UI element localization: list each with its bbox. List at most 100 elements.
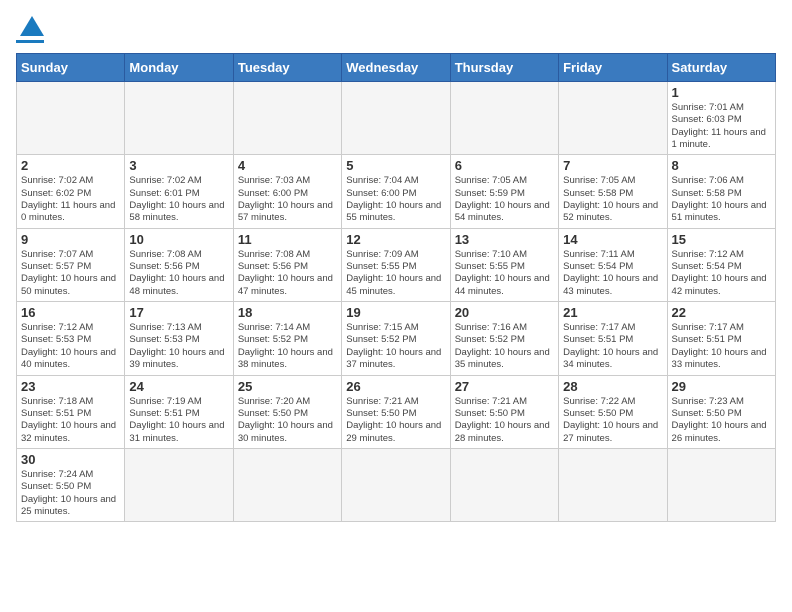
day-info: Sunrise: 7:21 AM Sunset: 5:50 PM Dayligh…	[455, 396, 554, 445]
calendar-cell: 11 Sunrise: 7:08 AM Sunset: 5:56 PM Dayli…	[233, 228, 341, 301]
day-number: 4	[238, 158, 337, 173]
day-number: 17	[129, 305, 228, 320]
calendar-cell: 28 Sunrise: 7:22 AM Sunset: 5:50 PM Dayli…	[559, 375, 667, 448]
day-number: 25	[238, 379, 337, 394]
day-info: Sunrise: 7:12 AM Sunset: 5:53 PM Dayligh…	[21, 322, 120, 371]
calendar-cell: 13 Sunrise: 7:10 AM Sunset: 5:55 PM Dayli…	[450, 228, 558, 301]
weekday-header-tuesday: Tuesday	[233, 54, 341, 82]
calendar-week-4: 16 Sunrise: 7:12 AM Sunset: 5:53 PM Dayli…	[17, 302, 776, 375]
day-info: Sunrise: 7:18 AM Sunset: 5:51 PM Dayligh…	[21, 396, 120, 445]
day-info: Sunrise: 7:08 AM Sunset: 5:56 PM Dayligh…	[238, 249, 337, 298]
day-info: Sunrise: 7:03 AM Sunset: 6:00 PM Dayligh…	[238, 175, 337, 224]
logo-underline	[16, 40, 44, 43]
calendar-cell: 15 Sunrise: 7:12 AM Sunset: 5:54 PM Dayli…	[667, 228, 775, 301]
weekday-header-row: SundayMondayTuesdayWednesdayThursdayFrid…	[17, 54, 776, 82]
day-number: 5	[346, 158, 445, 173]
calendar-cell: 26Sunrise: 7:21 AM Sunset: 5:50 PM Dayli…	[342, 375, 450, 448]
day-info: Sunrise: 7:12 AM Sunset: 5:54 PM Dayligh…	[672, 249, 771, 298]
header	[16, 16, 776, 43]
calendar-cell: 18 Sunrise: 7:14 AM Sunset: 5:52 PM Dayli…	[233, 302, 341, 375]
day-number: 11	[238, 232, 337, 247]
day-info: Sunrise: 7:02 AM Sunset: 6:01 PM Dayligh…	[129, 175, 228, 224]
calendar-cell: 5 Sunrise: 7:04 AM Sunset: 6:00 PM Daylig…	[342, 155, 450, 228]
calendar-cell: 23 Sunrise: 7:18 AM Sunset: 5:51 PM Dayli…	[17, 375, 125, 448]
day-number: 10	[129, 232, 228, 247]
calendar-cell	[342, 448, 450, 521]
calendar-cell	[233, 448, 341, 521]
day-number: 15	[672, 232, 771, 247]
calendar-cell: 20 Sunrise: 7:16 AM Sunset: 5:52 PM Dayli…	[450, 302, 558, 375]
weekday-header-wednesday: Wednesday	[342, 54, 450, 82]
day-number: 16	[21, 305, 120, 320]
calendar-week-5: 23 Sunrise: 7:18 AM Sunset: 5:51 PM Dayli…	[17, 375, 776, 448]
calendar-cell: 7 Sunrise: 7:05 AM Sunset: 5:58 PM Daylig…	[559, 155, 667, 228]
day-number: 26	[346, 379, 445, 394]
day-info: Sunrise: 7:08 AM Sunset: 5:56 PM Dayligh…	[129, 249, 228, 298]
weekday-header-friday: Friday	[559, 54, 667, 82]
day-number: 28	[563, 379, 662, 394]
calendar-week-6: 30Sunrise: 7:24 AM Sunset: 5:50 PM Dayli…	[17, 448, 776, 521]
day-info: Sunrise: 7:15 AM Sunset: 5:52 PM Dayligh…	[346, 322, 445, 371]
calendar-cell	[450, 448, 558, 521]
calendar: SundayMondayTuesdayWednesdayThursdayFrid…	[16, 53, 776, 522]
weekday-header-monday: Monday	[125, 54, 233, 82]
calendar-cell: 6 Sunrise: 7:05 AM Sunset: 5:59 PM Daylig…	[450, 155, 558, 228]
day-number: 6	[455, 158, 554, 173]
day-info: Sunrise: 7:05 AM Sunset: 5:58 PM Dayligh…	[563, 175, 662, 224]
day-number: 12	[346, 232, 445, 247]
calendar-cell	[559, 82, 667, 155]
calendar-cell: 24Sunrise: 7:19 AM Sunset: 5:51 PM Dayli…	[125, 375, 233, 448]
day-info: Sunrise: 7:09 AM Sunset: 5:55 PM Dayligh…	[346, 249, 445, 298]
calendar-cell: 19 Sunrise: 7:15 AM Sunset: 5:52 PM Dayli…	[342, 302, 450, 375]
calendar-cell: 29 Sunrise: 7:23 AM Sunset: 5:50 PM Dayli…	[667, 375, 775, 448]
day-number: 22	[672, 305, 771, 320]
calendar-cell: 22Sunrise: 7:17 AM Sunset: 5:51 PM Dayli…	[667, 302, 775, 375]
day-info: Sunrise: 7:13 AM Sunset: 5:53 PM Dayligh…	[129, 322, 228, 371]
day-number: 19	[346, 305, 445, 320]
day-info: Sunrise: 7:22 AM Sunset: 5:50 PM Dayligh…	[563, 396, 662, 445]
day-number: 23	[21, 379, 120, 394]
day-info: Sunrise: 7:16 AM Sunset: 5:52 PM Dayligh…	[455, 322, 554, 371]
calendar-week-2: 2 Sunrise: 7:02 AM Sunset: 6:02 PM Daylig…	[17, 155, 776, 228]
calendar-cell	[125, 448, 233, 521]
day-number: 9	[21, 232, 120, 247]
calendar-cell	[667, 448, 775, 521]
calendar-cell	[125, 82, 233, 155]
day-info: Sunrise: 7:24 AM Sunset: 5:50 PM Dayligh…	[21, 469, 120, 518]
page: SundayMondayTuesdayWednesdayThursdayFrid…	[0, 0, 792, 612]
day-info: Sunrise: 7:05 AM Sunset: 5:59 PM Dayligh…	[455, 175, 554, 224]
weekday-header-sunday: Sunday	[17, 54, 125, 82]
weekday-header-saturday: Saturday	[667, 54, 775, 82]
calendar-cell: 8 Sunrise: 7:06 AM Sunset: 5:58 PM Daylig…	[667, 155, 775, 228]
day-number: 8	[672, 158, 771, 173]
day-info: Sunrise: 7:06 AM Sunset: 5:58 PM Dayligh…	[672, 175, 771, 224]
day-number: 2	[21, 158, 120, 173]
calendar-cell: 14 Sunrise: 7:11 AM Sunset: 5:54 PM Dayli…	[559, 228, 667, 301]
calendar-cell: 1Sunrise: 7:01 AM Sunset: 6:03 PM Daylig…	[667, 82, 775, 155]
day-info: Sunrise: 7:07 AM Sunset: 5:57 PM Dayligh…	[21, 249, 120, 298]
day-info: Sunrise: 7:01 AM Sunset: 6:03 PM Dayligh…	[672, 102, 771, 151]
day-info: Sunrise: 7:04 AM Sunset: 6:00 PM Dayligh…	[346, 175, 445, 224]
day-info: Sunrise: 7:14 AM Sunset: 5:52 PM Dayligh…	[238, 322, 337, 371]
calendar-cell: 9 Sunrise: 7:07 AM Sunset: 5:57 PM Daylig…	[17, 228, 125, 301]
day-info: Sunrise: 7:11 AM Sunset: 5:54 PM Dayligh…	[563, 249, 662, 298]
calendar-cell: 4 Sunrise: 7:03 AM Sunset: 6:00 PM Daylig…	[233, 155, 341, 228]
day-info: Sunrise: 7:23 AM Sunset: 5:50 PM Dayligh…	[672, 396, 771, 445]
day-number: 14	[563, 232, 662, 247]
day-number: 18	[238, 305, 337, 320]
day-number: 13	[455, 232, 554, 247]
calendar-cell: 25Sunrise: 7:20 AM Sunset: 5:50 PM Dayli…	[233, 375, 341, 448]
calendar-cell: 27Sunrise: 7:21 AM Sunset: 5:50 PM Dayli…	[450, 375, 558, 448]
day-number: 7	[563, 158, 662, 173]
day-number: 20	[455, 305, 554, 320]
calendar-cell: 10 Sunrise: 7:08 AM Sunset: 5:56 PM Dayli…	[125, 228, 233, 301]
calendar-cell: 30Sunrise: 7:24 AM Sunset: 5:50 PM Dayli…	[17, 448, 125, 521]
calendar-week-1: 1Sunrise: 7:01 AM Sunset: 6:03 PM Daylig…	[17, 82, 776, 155]
day-info: Sunrise: 7:02 AM Sunset: 6:02 PM Dayligh…	[21, 175, 120, 224]
calendar-cell: 17 Sunrise: 7:13 AM Sunset: 5:53 PM Dayli…	[125, 302, 233, 375]
logo	[16, 16, 44, 43]
day-info: Sunrise: 7:10 AM Sunset: 5:55 PM Dayligh…	[455, 249, 554, 298]
calendar-cell	[559, 448, 667, 521]
weekday-header-thursday: Thursday	[450, 54, 558, 82]
day-number: 29	[672, 379, 771, 394]
